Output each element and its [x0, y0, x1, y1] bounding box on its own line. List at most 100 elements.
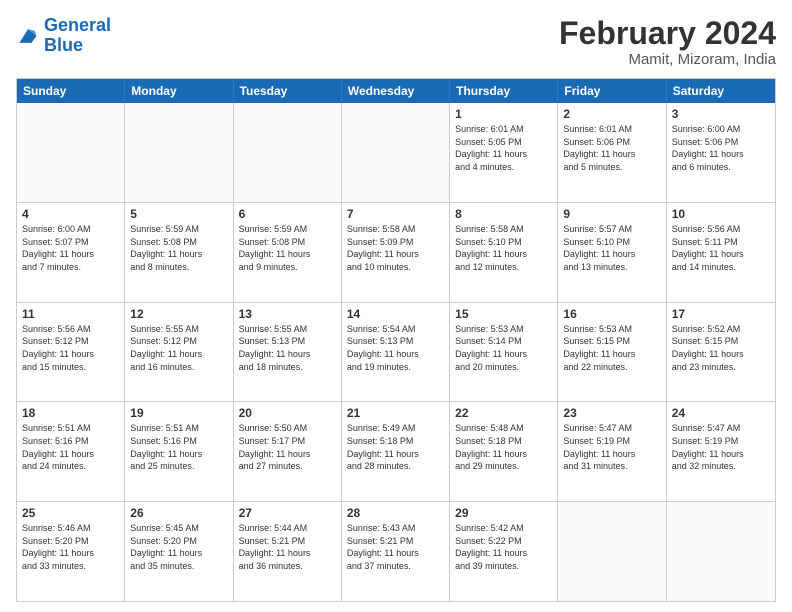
logo-general: General	[44, 15, 111, 35]
table-row: 22 Sunrise: 5:48 AM Sunset: 5:18 PM Dayli…	[450, 402, 558, 501]
table-row: 18 Sunrise: 5:51 AM Sunset: 5:16 PM Dayli…	[17, 402, 125, 501]
title-block: February 2024 Mamit, Mizoram, India	[559, 16, 776, 68]
week-row-5: 25Sunrise: 5:46 AM Sunset: 5:20 PM Dayli…	[17, 502, 775, 601]
logo-icon	[16, 24, 40, 48]
day-number: 20	[239, 406, 336, 420]
day-number: 29	[455, 506, 552, 520]
day-number: 27	[239, 506, 336, 520]
table-row: 19 Sunrise: 5:51 AM Sunset: 5:16 PM Dayli…	[125, 402, 233, 501]
table-row: 7Sunrise: 5:58 AM Sunset: 5:09 PM Daylig…	[342, 203, 450, 302]
main-title: February 2024	[559, 16, 776, 51]
calendar: Sunday Monday Tuesday Wednesday Thursday…	[16, 78, 776, 602]
week-row-4: 18 Sunrise: 5:51 AM Sunset: 5:16 PM Dayli…	[17, 402, 775, 502]
cell-info: Sunrise: 5:58 AM Sunset: 5:10 PM Dayligh…	[455, 223, 552, 273]
day-number: 11	[22, 307, 119, 321]
table-row: 29 Sunrise: 5:42 AM Sunset: 5:22 PM Dayli…	[450, 502, 558, 601]
cell-info: Sunrise: 5:51 AM Sunset: 5:16 PM Dayligh…	[130, 422, 227, 472]
table-row: 25Sunrise: 5:46 AM Sunset: 5:20 PM Dayli…	[17, 502, 125, 601]
table-row: 26 Sunrise: 5:45 AM Sunset: 5:20 PM Dayli…	[125, 502, 233, 601]
table-row	[558, 502, 666, 601]
table-row: 8 Sunrise: 5:58 AM Sunset: 5:10 PM Daylig…	[450, 203, 558, 302]
col-tuesday: Tuesday	[234, 79, 342, 103]
cell-info: Sunrise: 5:52 AM Sunset: 5:15 PM Dayligh…	[672, 323, 770, 373]
table-row	[234, 103, 342, 202]
cell-info: Sunrise: 5:48 AM Sunset: 5:18 PM Dayligh…	[455, 422, 552, 472]
cell-info: Sunrise: 6:00 AM Sunset: 5:07 PM Dayligh…	[22, 223, 119, 273]
day-number: 1	[455, 107, 552, 121]
day-number: 26	[130, 506, 227, 520]
cell-info: Sunrise: 5:50 AM Sunset: 5:17 PM Dayligh…	[239, 422, 336, 472]
table-row: 13 Sunrise: 5:55 AM Sunset: 5:13 PM Dayli…	[234, 303, 342, 402]
table-row: 9 Sunrise: 5:57 AM Sunset: 5:10 PM Daylig…	[558, 203, 666, 302]
cell-info: Sunrise: 5:53 AM Sunset: 5:14 PM Dayligh…	[455, 323, 552, 373]
table-row	[667, 502, 775, 601]
logo: General Blue	[16, 16, 111, 56]
sub-title: Mamit, Mizoram, India	[559, 51, 776, 68]
cell-info: Sunrise: 6:01 AM Sunset: 5:05 PM Dayligh…	[455, 123, 552, 173]
cell-info: Sunrise: 5:43 AM Sunset: 5:21 PM Dayligh…	[347, 522, 444, 572]
col-monday: Monday	[125, 79, 233, 103]
day-number: 18	[22, 406, 119, 420]
cell-info: Sunrise: 5:46 AM Sunset: 5:20 PM Dayligh…	[22, 522, 119, 572]
cell-info: Sunrise: 5:59 AM Sunset: 5:08 PM Dayligh…	[239, 223, 336, 273]
day-number: 10	[672, 207, 770, 221]
day-number: 15	[455, 307, 552, 321]
logo-blue: Blue	[44, 35, 83, 55]
table-row: 10 Sunrise: 5:56 AM Sunset: 5:11 PM Dayli…	[667, 203, 775, 302]
week-row-3: 11 Sunrise: 5:56 AM Sunset: 5:12 PM Dayli…	[17, 303, 775, 403]
cell-info: Sunrise: 5:59 AM Sunset: 5:08 PM Dayligh…	[130, 223, 227, 273]
day-number: 28	[347, 506, 444, 520]
table-row: 21 Sunrise: 5:49 AM Sunset: 5:18 PM Dayli…	[342, 402, 450, 501]
day-number: 5	[130, 207, 227, 221]
table-row: 5 Sunrise: 5:59 AM Sunset: 5:08 PM Daylig…	[125, 203, 233, 302]
day-number: 22	[455, 406, 552, 420]
cell-info: Sunrise: 5:53 AM Sunset: 5:15 PM Dayligh…	[563, 323, 660, 373]
table-row: 11 Sunrise: 5:56 AM Sunset: 5:12 PM Dayli…	[17, 303, 125, 402]
table-row: 23Sunrise: 5:47 AM Sunset: 5:19 PM Dayli…	[558, 402, 666, 501]
col-thursday: Thursday	[450, 79, 558, 103]
cell-info: Sunrise: 5:42 AM Sunset: 5:22 PM Dayligh…	[455, 522, 552, 572]
col-friday: Friday	[558, 79, 666, 103]
day-number: 19	[130, 406, 227, 420]
cell-info: Sunrise: 5:54 AM Sunset: 5:13 PM Dayligh…	[347, 323, 444, 373]
table-row: 15 Sunrise: 5:53 AM Sunset: 5:14 PM Dayli…	[450, 303, 558, 402]
table-row: 16 Sunrise: 5:53 AM Sunset: 5:15 PM Dayli…	[558, 303, 666, 402]
cell-info: Sunrise: 5:45 AM Sunset: 5:20 PM Dayligh…	[130, 522, 227, 572]
logo-text: General Blue	[44, 16, 111, 56]
day-number: 9	[563, 207, 660, 221]
day-number: 8	[455, 207, 552, 221]
day-number: 12	[130, 307, 227, 321]
table-row: 14 Sunrise: 5:54 AM Sunset: 5:13 PM Dayli…	[342, 303, 450, 402]
calendar-header: Sunday Monday Tuesday Wednesday Thursday…	[17, 79, 775, 103]
table-row: 24 Sunrise: 5:47 AM Sunset: 5:19 PM Dayli…	[667, 402, 775, 501]
cell-info: Sunrise: 5:51 AM Sunset: 5:16 PM Dayligh…	[22, 422, 119, 472]
day-number: 24	[672, 406, 770, 420]
table-row: 3Sunrise: 6:00 AM Sunset: 5:06 PM Daylig…	[667, 103, 775, 202]
cell-info: Sunrise: 5:56 AM Sunset: 5:11 PM Dayligh…	[672, 223, 770, 273]
table-row	[342, 103, 450, 202]
cell-info: Sunrise: 5:57 AM Sunset: 5:10 PM Dayligh…	[563, 223, 660, 273]
day-number: 21	[347, 406, 444, 420]
cell-info: Sunrise: 5:58 AM Sunset: 5:09 PM Dayligh…	[347, 223, 444, 273]
day-number: 16	[563, 307, 660, 321]
week-row-1: 1 Sunrise: 6:01 AM Sunset: 5:05 PM Daylig…	[17, 103, 775, 203]
table-row: 4 Sunrise: 6:00 AM Sunset: 5:07 PM Daylig…	[17, 203, 125, 302]
day-number: 2	[563, 107, 660, 121]
table-row: 27Sunrise: 5:44 AM Sunset: 5:21 PM Dayli…	[234, 502, 342, 601]
day-number: 3	[672, 107, 770, 121]
cell-info: Sunrise: 5:55 AM Sunset: 5:12 PM Dayligh…	[130, 323, 227, 373]
day-number: 4	[22, 207, 119, 221]
calendar-body: 1 Sunrise: 6:01 AM Sunset: 5:05 PM Daylig…	[17, 103, 775, 601]
table-row: 6 Sunrise: 5:59 AM Sunset: 5:08 PM Daylig…	[234, 203, 342, 302]
col-sunday: Sunday	[17, 79, 125, 103]
day-number: 23	[563, 406, 660, 420]
cell-info: Sunrise: 5:56 AM Sunset: 5:12 PM Dayligh…	[22, 323, 119, 373]
table-row: 20 Sunrise: 5:50 AM Sunset: 5:17 PM Dayli…	[234, 402, 342, 501]
day-number: 14	[347, 307, 444, 321]
cell-info: Sunrise: 5:55 AM Sunset: 5:13 PM Dayligh…	[239, 323, 336, 373]
cell-info: Sunrise: 5:49 AM Sunset: 5:18 PM Dayligh…	[347, 422, 444, 472]
day-number: 13	[239, 307, 336, 321]
col-wednesday: Wednesday	[342, 79, 450, 103]
cell-info: Sunrise: 5:47 AM Sunset: 5:19 PM Dayligh…	[672, 422, 770, 472]
day-number: 6	[239, 207, 336, 221]
